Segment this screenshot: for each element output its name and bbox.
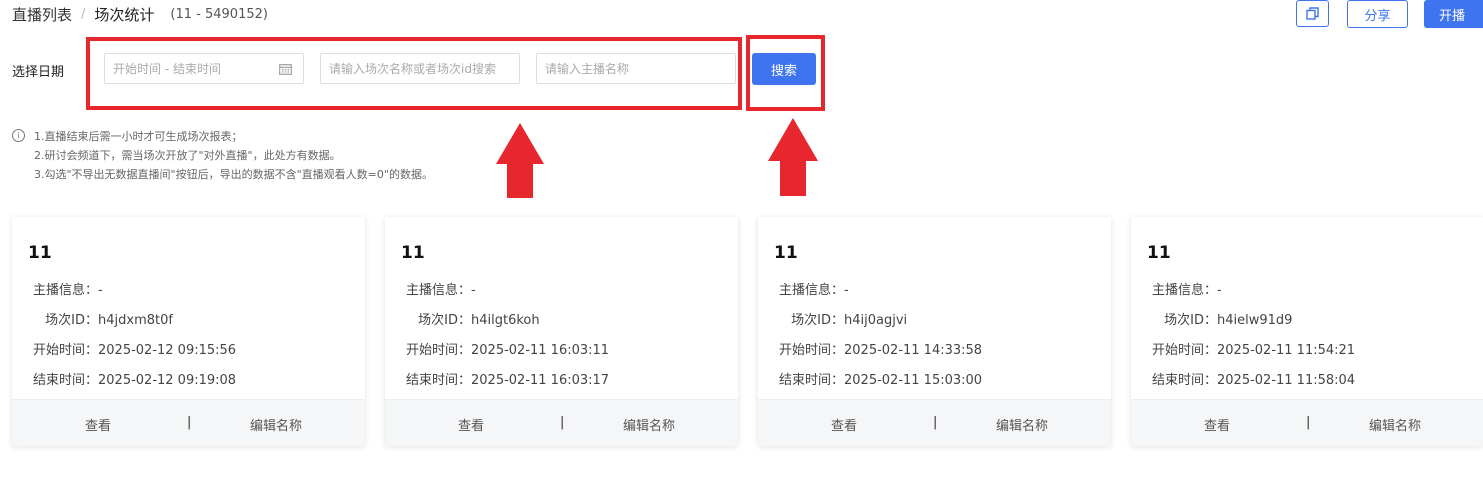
end-time-value: 2025-02-11 16:03:17 — [471, 373, 610, 388]
tip-line: 2.研讨会频道下，需当场次开放了"对外直播"，此处方有数据。 — [34, 149, 341, 162]
start-time-label: 开始时间： — [1151, 343, 1217, 358]
anchor-info-value: - — [1217, 283, 1222, 298]
tips-panel: i 1.直播结束后需一小时才可生成场次报表； 2.研讨会频道下，需当场次开放了"… — [12, 127, 433, 184]
annotation-arrow-up-right — [768, 118, 818, 196]
session-id-label: 场次ID： — [418, 313, 471, 328]
end-time-label: 结束时间： — [1151, 373, 1217, 388]
tip-line: 3.勾选"不导出无数据直播间"按钮后，导出的数据不含"直播观看人数=0"的数据。 — [34, 168, 433, 181]
annotation-arrow-up-left — [496, 123, 544, 198]
anchor-info-row: 主播信息：- — [774, 279, 849, 298]
session-id-label: 场次ID： — [791, 313, 844, 328]
end-time-label: 结束时间： — [32, 373, 98, 388]
card-actions: 查看 | 编辑名称 — [1131, 399, 1483, 446]
share-button[interactable]: 分享 — [1347, 0, 1408, 28]
start-live-button[interactable]: 开播 — [1424, 0, 1483, 28]
session-id-value: h4jdxm8t0f — [98, 313, 173, 328]
breadcrumb-separator: / — [81, 7, 86, 22]
end-time-label: 结束时间： — [405, 373, 471, 388]
session-id-label: 场次ID： — [45, 313, 98, 328]
session-id-row: 场次ID：h4ilgt6koh — [401, 309, 540, 328]
session-id-value: h4ielw91d9 — [1217, 313, 1293, 328]
anchor-info-label: 主播信息： — [778, 283, 844, 298]
session-id-value: h4ilgt6koh — [471, 313, 540, 328]
view-button[interactable]: 查看 — [831, 415, 857, 434]
action-divider: | — [1306, 415, 1311, 430]
edit-name-button[interactable]: 编辑名称 — [996, 415, 1048, 434]
anchor-info-row: 主播信息：- — [28, 279, 103, 298]
end-time-row: 结束时间：2025-02-11 15:03:00 — [774, 369, 982, 388]
copy-button[interactable] — [1296, 0, 1329, 27]
start-time-label: 开始时间： — [405, 343, 471, 358]
end-time-value: 2025-02-11 11:58:04 — [1217, 373, 1356, 388]
edit-name-button[interactable]: 编辑名称 — [1369, 415, 1421, 434]
start-time-value: 2025-02-12 09:15:56 — [98, 343, 237, 358]
session-card: 11 主播信息：- 场次ID：h4jdxm8t0f 开始时间：2025-02-1… — [12, 217, 365, 446]
live-range-label: (11 - 5490152) — [170, 7, 268, 22]
card-actions: 查看 | 编辑名称 — [385, 399, 738, 446]
tip-line: 1.直播结束后需一小时才可生成场次报表； — [34, 130, 243, 143]
session-id-label: 场次ID： — [1164, 313, 1217, 328]
session-card-title: 11 — [401, 243, 425, 263]
date-filter-label: 选择日期 — [12, 65, 65, 80]
anchor-info-label: 主播信息： — [1151, 283, 1217, 298]
start-time-value: 2025-02-11 11:54:21 — [1217, 343, 1356, 358]
session-card: 11 主播信息：- 场次ID：h4ielw91d9 开始时间：2025-02-1… — [1131, 217, 1483, 446]
anchor-info-value: - — [98, 283, 103, 298]
end-time-label: 结束时间： — [778, 373, 844, 388]
session-card: 11 主播信息：- 场次ID：h4ij0agjvi 开始时间：2025-02-1… — [758, 217, 1111, 446]
anchor-info-row: 主播信息：- — [1147, 279, 1222, 298]
view-button[interactable]: 查看 — [1204, 415, 1230, 434]
session-card-title: 11 — [28, 243, 52, 263]
annotation-box-filters — [86, 37, 742, 110]
anchor-info-label: 主播信息： — [405, 283, 471, 298]
start-time-row: 开始时间：2025-02-11 16:03:11 — [401, 339, 609, 358]
card-actions: 查看 | 编辑名称 — [12, 399, 365, 446]
session-id-row: 场次ID：h4ielw91d9 — [1147, 309, 1292, 328]
start-time-row: 开始时间：2025-02-12 09:15:56 — [28, 339, 236, 358]
info-icon: i — [12, 129, 25, 142]
annotation-box-search — [746, 35, 825, 111]
start-time-row: 开始时间：2025-02-11 11:54:21 — [1147, 339, 1355, 358]
action-divider: | — [933, 415, 938, 430]
edit-name-button[interactable]: 编辑名称 — [623, 415, 675, 434]
start-time-row: 开始时间：2025-02-11 14:33:58 — [774, 339, 982, 358]
anchor-info-row: 主播信息：- — [401, 279, 476, 298]
view-button[interactable]: 查看 — [85, 415, 111, 434]
end-time-value: 2025-02-12 09:19:08 — [98, 373, 237, 388]
action-divider: | — [187, 415, 192, 430]
session-id-row: 场次ID：h4ij0agjvi — [774, 309, 907, 328]
session-card-title: 11 — [774, 243, 798, 263]
start-time-value: 2025-02-11 14:33:58 — [844, 343, 983, 358]
breadcrumb-current: 场次统计 — [94, 6, 155, 24]
view-button[interactable]: 查看 — [458, 415, 484, 434]
anchor-info-value: - — [471, 283, 476, 298]
edit-name-button[interactable]: 编辑名称 — [250, 415, 302, 434]
session-card-title: 11 — [1147, 243, 1171, 263]
start-time-label: 开始时间： — [32, 343, 98, 358]
end-time-row: 结束时间：2025-02-11 16:03:17 — [401, 369, 609, 388]
start-time-label: 开始时间： — [778, 343, 844, 358]
start-time-value: 2025-02-11 16:03:11 — [471, 343, 610, 358]
session-id-row: 场次ID：h4jdxm8t0f — [28, 309, 173, 328]
card-actions: 查看 | 编辑名称 — [758, 399, 1111, 446]
end-time-row: 结束时间：2025-02-12 09:19:08 — [28, 369, 236, 388]
session-card: 11 主播信息：- 场次ID：h4ilgt6koh 开始时间：2025-02-1… — [385, 217, 738, 446]
action-divider: | — [560, 415, 565, 430]
anchor-info-value: - — [844, 283, 849, 298]
end-time-row: 结束时间：2025-02-11 11:58:04 — [1147, 369, 1355, 388]
copy-icon — [1306, 7, 1319, 20]
breadcrumb-root-link[interactable]: 直播列表 — [12, 4, 72, 25]
session-id-value: h4ij0agjvi — [844, 313, 908, 328]
anchor-info-label: 主播信息： — [32, 283, 98, 298]
end-time-value: 2025-02-11 15:03:00 — [844, 373, 983, 388]
breadcrumb: 直播列表 / 场次统计 (11 - 5490152) — [12, 4, 268, 25]
